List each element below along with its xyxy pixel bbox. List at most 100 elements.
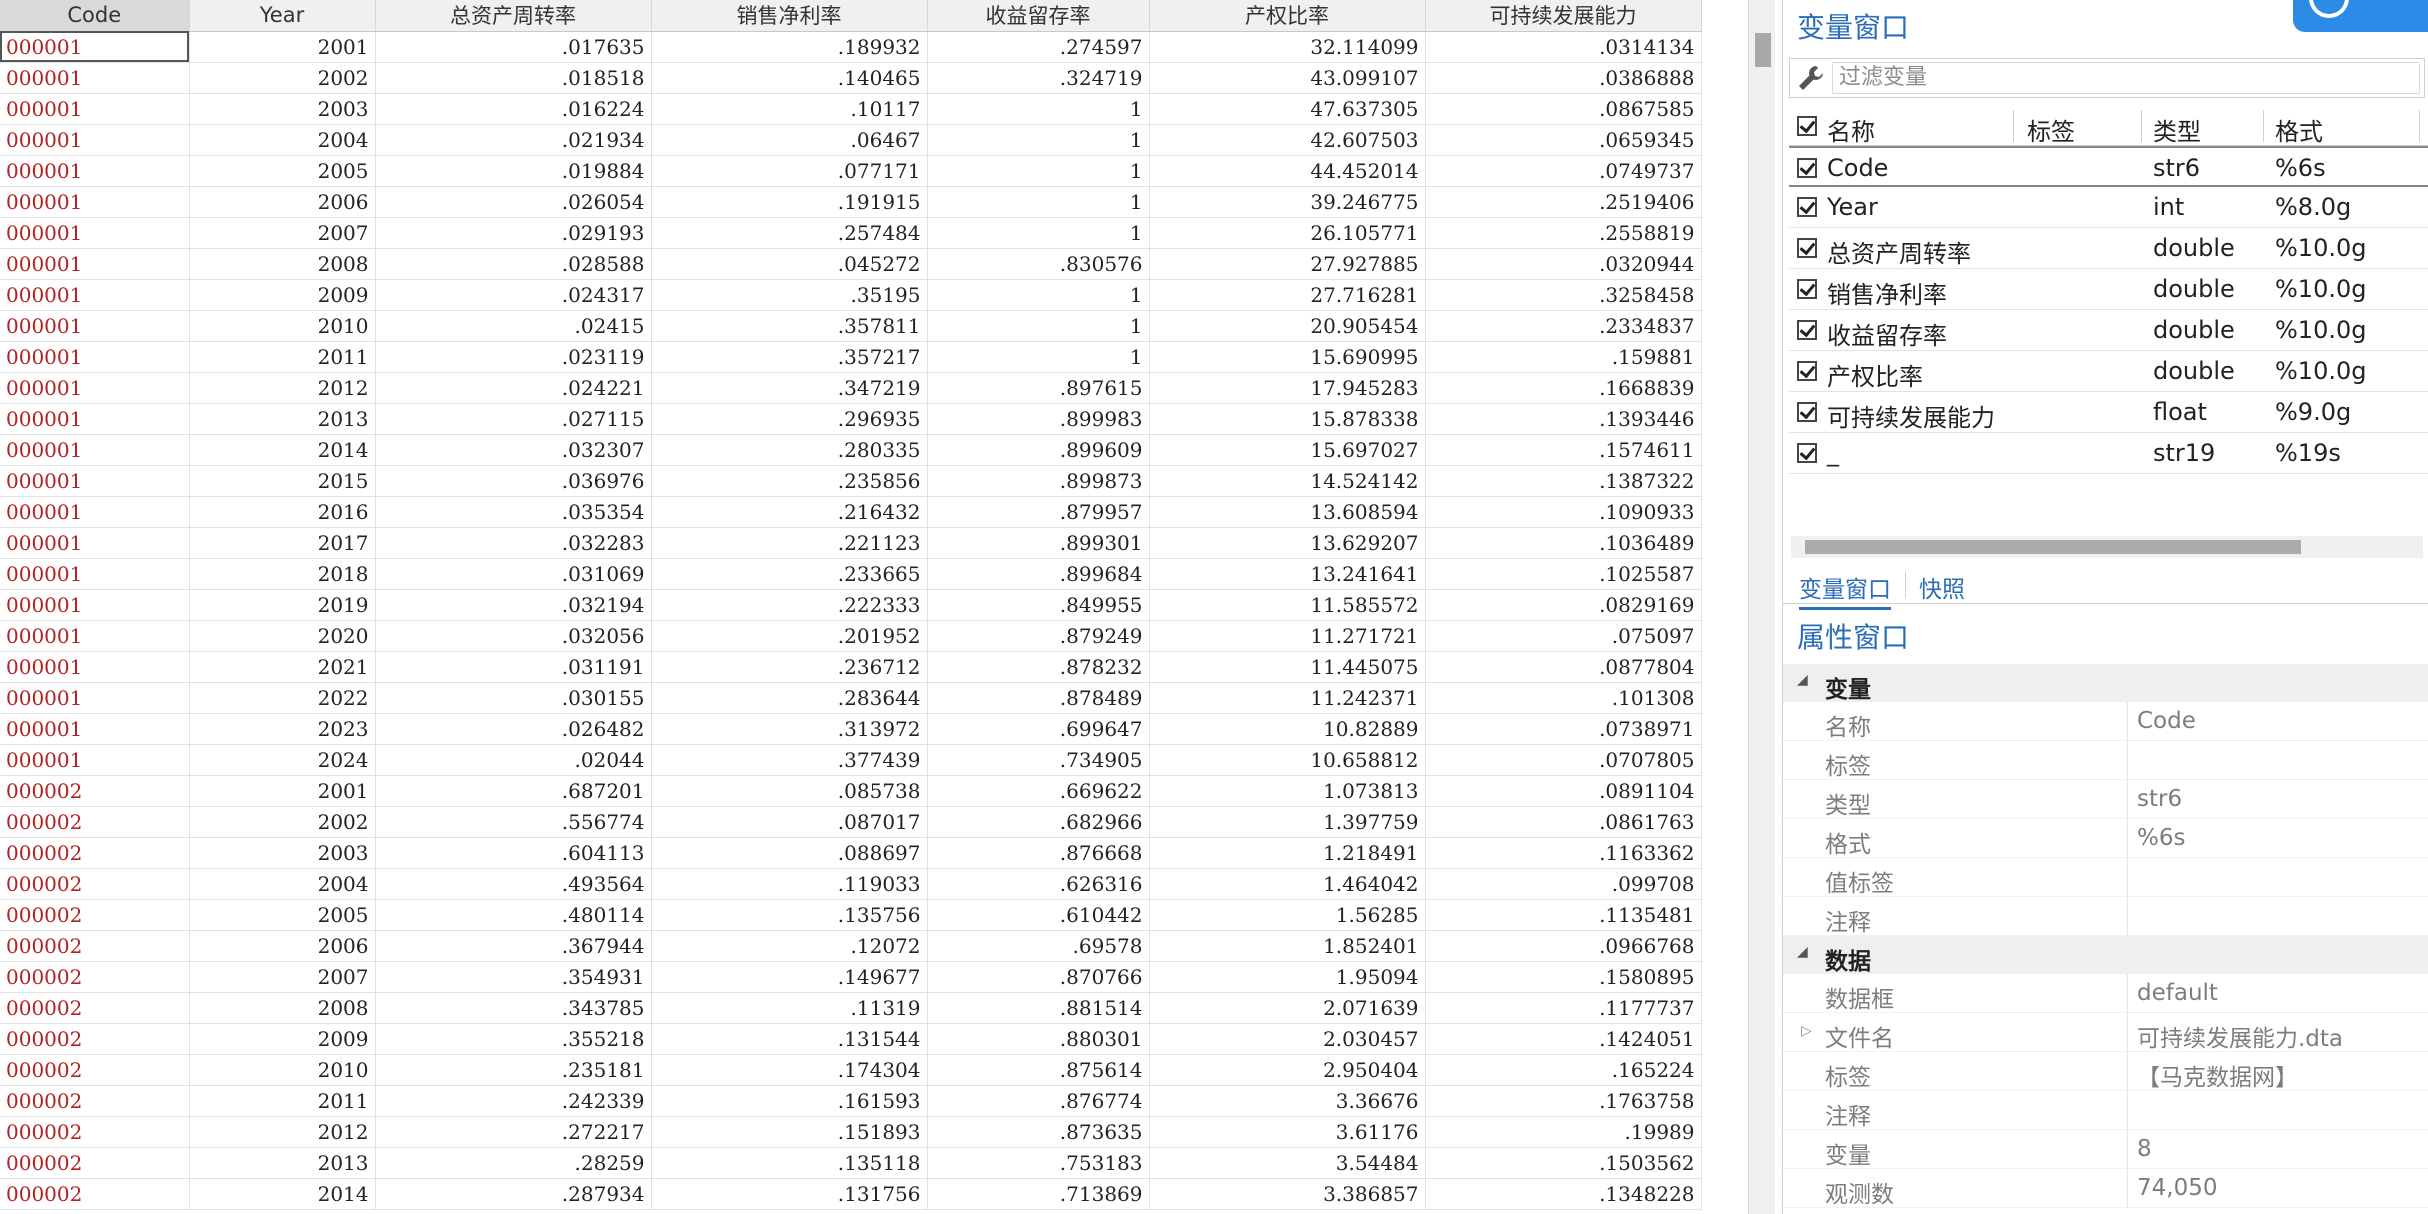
table-row[interactable]: 000001 2020.032056.201952.879249 11.271721… <box>0 620 1702 652</box>
cell-retention-ratio[interactable]: .669622 <box>927 775 1150 807</box>
cell-asset-turnover[interactable]: .017635 <box>375 31 652 63</box>
cell-net-profit-margin[interactable]: .221123 <box>651 527 928 559</box>
cell-retention-ratio[interactable]: .878232 <box>927 651 1150 683</box>
cell-equity-ratio[interactable]: 3.54484 <box>1149 1147 1426 1179</box>
cell-code[interactable]: 000001 <box>0 279 190 311</box>
cell-equity-ratio[interactable]: 27.927885 <box>1149 248 1426 280</box>
cell-asset-turnover[interactable]: .032283 <box>375 527 652 559</box>
cell-retention-ratio[interactable]: 1 <box>927 310 1150 342</box>
cell-code[interactable]: 000001 <box>0 31 190 63</box>
cell-retention-ratio[interactable]: .626316 <box>927 868 1150 900</box>
cell-net-profit-margin[interactable]: .235856 <box>651 465 928 497</box>
cell-net-profit-margin[interactable]: .088697 <box>651 837 928 869</box>
cell-equity-ratio[interactable]: 15.878338 <box>1149 403 1426 435</box>
cell-year[interactable]: 2002 <box>189 62 376 94</box>
vertical-scrollbar[interactable] <box>1748 0 1775 1214</box>
cell-sustainability[interactable]: .1036489 <box>1425 527 1702 559</box>
cell-code[interactable]: 000001 <box>0 217 190 249</box>
cell-net-profit-margin[interactable]: .189932 <box>651 31 928 63</box>
property-row[interactable]: ▷ 文件名 可持续发展能力.dta <box>1783 1013 2428 1052</box>
column-divider[interactable] <box>2263 110 2264 142</box>
variable-row[interactable]: Code str6 %6s <box>1789 146 2428 187</box>
table-row[interactable]: 000002 2006.367944.12072.69578 1.852401.09… <box>0 930 1702 962</box>
column-header-asset-turnover[interactable]: 总资产周转率 <box>375 0 652 32</box>
cell-year[interactable]: 2009 <box>189 1023 376 1055</box>
cell-equity-ratio[interactable]: 17.945283 <box>1149 372 1426 404</box>
cell-sustainability[interactable]: .1668839 <box>1425 372 1702 404</box>
cell-code[interactable]: 000001 <box>0 527 190 559</box>
cell-net-profit-margin[interactable]: .045272 <box>651 248 928 280</box>
table-row[interactable]: 000002 2009.355218.131544.880301 2.030457.… <box>0 1023 1702 1055</box>
cell-retention-ratio[interactable]: .849955 <box>927 589 1150 621</box>
cell-sustainability[interactable]: .099708 <box>1425 868 1702 900</box>
cell-net-profit-margin[interactable]: .296935 <box>651 403 928 435</box>
cell-asset-turnover[interactable]: .019884 <box>375 155 652 187</box>
cell-retention-ratio[interactable]: .881514 <box>927 992 1150 1024</box>
cell-sustainability[interactable]: .1090933 <box>1425 496 1702 528</box>
cell-year[interactable]: 2002 <box>189 806 376 838</box>
cell-year[interactable]: 2006 <box>189 186 376 218</box>
cell-sustainability[interactable]: .1135481 <box>1425 899 1702 931</box>
cell-sustainability[interactable]: .101308 <box>1425 682 1702 714</box>
cell-asset-turnover[interactable]: .493564 <box>375 868 652 900</box>
cell-asset-turnover[interactable]: .027115 <box>375 403 652 435</box>
table-row[interactable]: 000001 2002.018518.140465.324719 43.099107… <box>0 62 1702 94</box>
cell-year[interactable]: 2001 <box>189 31 376 63</box>
cell-retention-ratio[interactable]: .880301 <box>927 1023 1150 1055</box>
table-row[interactable]: 000001 2007.029193.257484 1 26.105771.25588… <box>0 217 1702 249</box>
cell-retention-ratio[interactable]: 1 <box>927 124 1150 156</box>
cell-year[interactable]: 2014 <box>189 1178 376 1210</box>
cell-retention-ratio[interactable]: .899609 <box>927 434 1150 466</box>
cell-asset-turnover[interactable]: .026482 <box>375 713 652 745</box>
cell-sustainability[interactable]: .1574611 <box>1425 434 1702 466</box>
cell-sustainability[interactable]: .1763758 <box>1425 1085 1702 1117</box>
cell-sustainability[interactable]: .1503562 <box>1425 1147 1702 1179</box>
cell-code[interactable]: 000002 <box>0 899 190 931</box>
cell-year[interactable]: 2024 <box>189 744 376 776</box>
cell-retention-ratio[interactable]: 1 <box>927 279 1150 311</box>
cell-net-profit-margin[interactable]: .131756 <box>651 1178 928 1210</box>
cell-sustainability[interactable]: .0386888 <box>1425 62 1702 94</box>
cell-code[interactable]: 000001 <box>0 62 190 94</box>
table-row[interactable]: 000001 2004.021934.06467 1 42.607503.065934… <box>0 124 1702 156</box>
cell-code[interactable]: 000002 <box>0 775 190 807</box>
table-row[interactable]: 000001 2019.032194.222333.849955 11.585572… <box>0 589 1702 621</box>
cell-net-profit-margin[interactable]: .280335 <box>651 434 928 466</box>
cell-asset-turnover[interactable]: .032307 <box>375 434 652 466</box>
cell-retention-ratio[interactable]: .324719 <box>927 62 1150 94</box>
cell-sustainability[interactable]: .0749737 <box>1425 155 1702 187</box>
variable-row[interactable]: 销售净利率 double %10.0g <box>1789 269 2428 310</box>
cell-code[interactable]: 000001 <box>0 155 190 187</box>
cell-year[interactable]: 2018 <box>189 558 376 590</box>
cell-code[interactable]: 000001 <box>0 93 190 125</box>
table-row[interactable]: 000002 2014.287934.131756.713869 3.386857.… <box>0 1178 1702 1210</box>
cell-equity-ratio[interactable]: 3.36676 <box>1149 1085 1426 1117</box>
variable-checkbox[interactable] <box>1797 158 1817 178</box>
cell-year[interactable]: 2004 <box>189 868 376 900</box>
property-section-header[interactable]: ◢ 变量 <box>1783 664 2428 703</box>
cell-net-profit-margin[interactable]: .257484 <box>651 217 928 249</box>
cell-asset-turnover[interactable]: .026054 <box>375 186 652 218</box>
cell-equity-ratio[interactable]: 1.852401 <box>1149 930 1426 962</box>
cell-year[interactable]: 2015 <box>189 465 376 497</box>
cell-year[interactable]: 2010 <box>189 310 376 342</box>
header-type[interactable]: 类型 <box>2153 112 2201 147</box>
cell-equity-ratio[interactable]: 44.452014 <box>1149 155 1426 187</box>
cell-code[interactable]: 000002 <box>0 1085 190 1117</box>
column-header-code[interactable]: Code <box>0 0 190 32</box>
cell-net-profit-margin[interactable]: .161593 <box>651 1085 928 1117</box>
table-row[interactable]: 000001 2023.026482.313972.699647 10.82889.… <box>0 713 1702 745</box>
cell-net-profit-margin[interactable]: .377439 <box>651 744 928 776</box>
cell-code[interactable]: 000002 <box>0 806 190 838</box>
cell-equity-ratio[interactable]: 13.241641 <box>1149 558 1426 590</box>
property-row[interactable]: 数据框 default <box>1783 974 2428 1013</box>
cell-retention-ratio[interactable]: .873635 <box>927 1116 1150 1148</box>
cell-net-profit-margin[interactable]: .216432 <box>651 496 928 528</box>
table-row[interactable]: 000001 2009.024317.35195 1 27.716281.325845… <box>0 279 1702 311</box>
table-row[interactable]: 000001 2006.026054.191915 1 39.246775.25194… <box>0 186 1702 218</box>
table-row[interactable]: 000001 2010.02415.357811 1 20.905454.233483… <box>0 310 1702 342</box>
cell-retention-ratio[interactable]: .682966 <box>927 806 1150 838</box>
cell-retention-ratio[interactable]: .879957 <box>927 496 1150 528</box>
cell-retention-ratio[interactable]: .69578 <box>927 930 1150 962</box>
cell-net-profit-margin[interactable]: .077171 <box>651 155 928 187</box>
